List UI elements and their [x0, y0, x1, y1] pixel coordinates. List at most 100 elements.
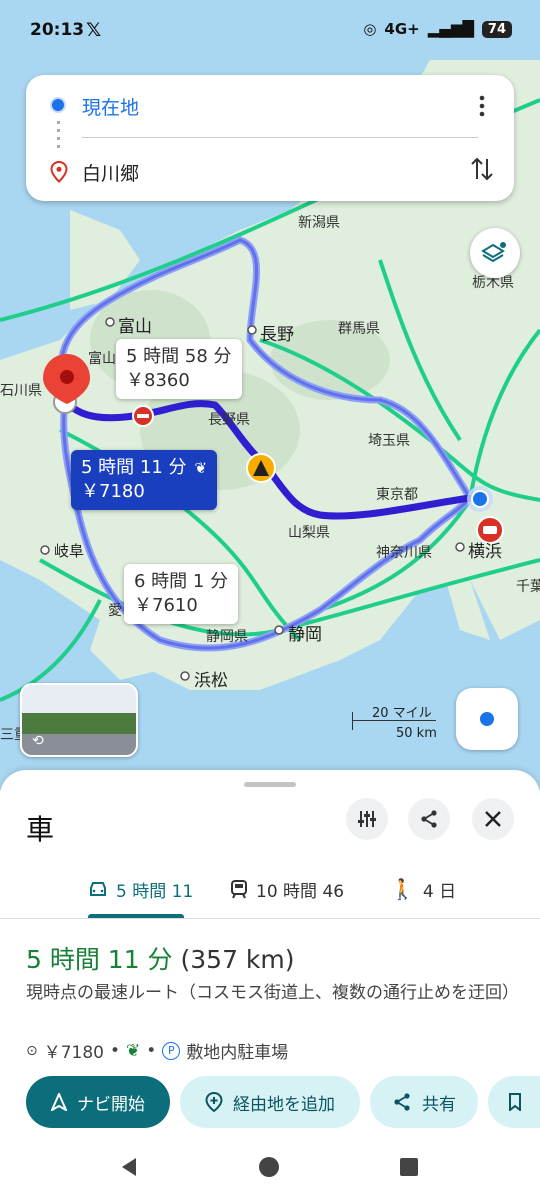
- save-button[interactable]: [488, 1076, 540, 1128]
- origin-text: 現在地: [82, 97, 140, 119]
- city-label: 横浜: [468, 542, 502, 562]
- route-distance-text: (357 km): [180, 945, 295, 974]
- parking-text: 敷地内駐車場: [186, 1043, 289, 1063]
- close-icon: [485, 811, 501, 827]
- route-duration-text: 5 時間 11 分: [26, 945, 173, 974]
- route-duration: 6 時間 1 分: [134, 571, 229, 592]
- add-stop-button[interactable]: 経由地を追加: [180, 1076, 360, 1128]
- city-label: 浜松: [194, 671, 228, 691]
- route-callout-alt-2[interactable]: 6 時間 1 分 ￥7610: [124, 564, 239, 624]
- route-duration: 5 時間 58 分: [126, 346, 232, 367]
- route-toll: ￥7180: [81, 481, 145, 502]
- tune-icon: [358, 811, 376, 827]
- start-navigation-label: ナビ開始: [77, 1094, 145, 1115]
- my-location-button[interactable]: [456, 688, 518, 750]
- toll-amount: ￥7180: [43, 1043, 104, 1063]
- map-layers-button[interactable]: [470, 228, 520, 278]
- place-label: 神奈川県: [376, 545, 432, 561]
- destination-field[interactable]: 白川郷: [26, 139, 514, 201]
- scale-km: 50 km: [396, 726, 437, 741]
- signal-icon: ▂▄▆█: [427, 20, 474, 38]
- parking-icon: P: [162, 1041, 181, 1060]
- place-label: 新潟県: [298, 215, 340, 231]
- city-label: 富山: [118, 317, 152, 337]
- tab-walk[interactable]: 🚶 4 日: [390, 860, 456, 918]
- origin-dot-icon: [50, 97, 66, 113]
- x-app-icon: 𝕏: [86, 19, 102, 41]
- tab-walk-label: 4 日: [422, 881, 457, 902]
- place-label: 群馬県: [338, 321, 380, 337]
- status-time: 20:13: [30, 20, 85, 40]
- share-icon: [421, 810, 437, 828]
- battery-level: 74: [481, 20, 512, 38]
- walk-icon: 🚶: [390, 877, 415, 901]
- city-label: 長野: [260, 325, 294, 345]
- travel-mode-tabs: 5 時間 11 10 時間 46 🚶 4 日: [0, 860, 540, 918]
- share-icon: [394, 1093, 410, 1111]
- tab-transit-label: 10 時間 46: [256, 881, 345, 902]
- car-icon: [90, 882, 106, 896]
- navigation-arrow-icon: [51, 1093, 67, 1111]
- hotspot-icon: ◎: [363, 20, 377, 38]
- place-label: 千葉: [516, 579, 540, 595]
- city-label: 静岡: [288, 625, 322, 645]
- tab-car-label: 5 時間 11: [116, 881, 194, 902]
- search-divider: [82, 137, 478, 138]
- directions-bottom-sheet: 車 5 時間 11 10 時間 46 🚶 4 日 5 時間 11 分 (357 …: [0, 770, 540, 1200]
- layers-icon: [481, 242, 506, 263]
- place-label: 石川県: [0, 383, 42, 399]
- system-nav-bar: [0, 1140, 540, 1200]
- place-label: 愛: [108, 603, 122, 619]
- network-type: 4G+: [384, 20, 420, 38]
- status-bar: 20:13 𝕏 ◎ 4G+ ▂▄▆█ 74: [0, 0, 540, 62]
- separator-dot: •: [146, 1040, 157, 1061]
- toll-icon: ⊙: [26, 1042, 38, 1059]
- route-duration: 5 時間 11 分: [81, 457, 187, 478]
- place-label: 東京都: [376, 487, 418, 503]
- train-icon: [231, 880, 247, 899]
- swap-icon[interactable]: [470, 155, 494, 183]
- place-label: 富山: [88, 351, 116, 367]
- travel-mode-title: 車: [26, 813, 55, 846]
- place-label: 長野県: [208, 412, 250, 428]
- tabs-divider: [0, 918, 540, 919]
- back-icon[interactable]: [118, 1156, 140, 1178]
- route-toll: ￥8360: [126, 370, 190, 391]
- separator-dot: •: [110, 1040, 121, 1061]
- my-location-icon: [478, 710, 496, 728]
- destination-pin-icon: [50, 161, 68, 183]
- route-options-button[interactable]: [346, 798, 388, 840]
- more-options-icon[interactable]: [472, 93, 492, 119]
- eco-leaf-icon: ❦: [194, 459, 208, 477]
- share-button[interactable]: 共有: [370, 1076, 478, 1128]
- street-view-thumbnail[interactable]: ⟲: [20, 683, 138, 757]
- place-label: 山梨県: [288, 525, 330, 541]
- city-label: 岐阜: [54, 542, 85, 560]
- map-scale: 20 マイル 50 km: [352, 702, 438, 742]
- scale-miles: 20 マイル: [372, 706, 432, 721]
- directions-search-card: 現在地 白川郷: [26, 75, 514, 201]
- recents-icon[interactable]: [398, 1156, 420, 1178]
- start-navigation-button[interactable]: ナビ開始: [26, 1076, 170, 1128]
- route-callout-selected[interactable]: 5 時間 11 分 ❦ ￥7180: [71, 450, 218, 510]
- status-indicators: ◎ 4G+ ▂▄▆█ 74: [363, 20, 512, 38]
- origin-field[interactable]: 現在地: [26, 75, 514, 137]
- bookmark-icon: [509, 1093, 521, 1111]
- tab-car[interactable]: 5 時間 11: [88, 860, 193, 918]
- share-label: 共有: [422, 1094, 456, 1115]
- close-button[interactable]: [472, 798, 514, 840]
- route-toll: ￥7610: [134, 595, 198, 616]
- route-summary: 5 時間 11 分 (357 km): [26, 940, 295, 976]
- sheet-drag-handle[interactable]: [244, 782, 296, 787]
- route-callout-alt-1[interactable]: 5 時間 58 分 ￥8360: [116, 339, 242, 399]
- street-view-icon: ⟲: [32, 733, 44, 749]
- route-meta: ⊙ ￥7180 • ❦ • P 敷地内駐車場: [26, 1038, 289, 1064]
- route-description: 現時点の最速ルート（コスモス街道上、複数の通行止めを迂回）: [26, 983, 519, 1003]
- place-label: 埼玉県: [368, 433, 410, 449]
- share-route-button[interactable]: [408, 798, 450, 840]
- add-location-icon: [205, 1092, 223, 1112]
- tab-transit[interactable]: 10 時間 46: [230, 860, 344, 918]
- home-icon[interactable]: [258, 1156, 280, 1178]
- destination-text: 白川郷: [82, 163, 140, 185]
- place-label: 静岡県: [206, 629, 248, 645]
